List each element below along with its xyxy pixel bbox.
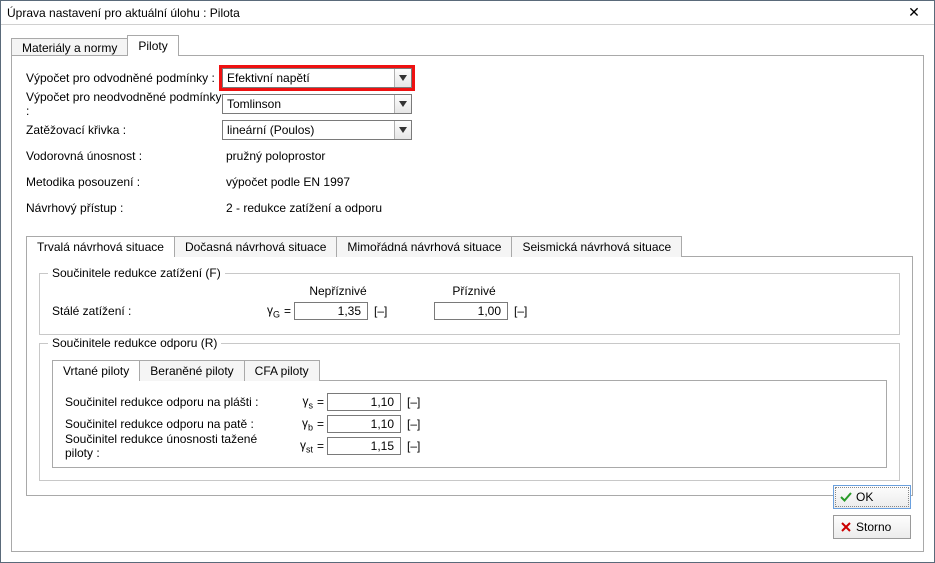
row-drained: Výpočet pro odvodněné podmínky : Efektiv… [26,66,913,90]
input-gamma-b[interactable]: 1,10 [327,415,401,433]
tab-label: Mimořádná návrhová situace [347,240,501,254]
symbol-gamma-b: γb [285,416,317,432]
symbol-gamma-st: γst [285,438,317,454]
dstab-seismic[interactable]: Seismická návrhová situace [511,236,682,257]
tab-label: Seismická návrhová situace [522,240,671,254]
input-gamma-st[interactable]: 1,15 [327,437,401,455]
combo-undrained[interactable]: Tomlinson [222,94,412,114]
titlebar: Úprava nastavení pro aktuální úlohu : Pi… [1,1,934,25]
label-gamma-b: Součinitel redukce odporu na patě : [65,417,285,431]
window-title: Úprava nastavení pro aktuální úlohu : Pi… [7,6,240,20]
value-method: výpočet podle EN 1997 [222,172,412,192]
label-horizontal: Vodorovná únosnost : [26,149,222,163]
close-icon: ✕ [908,4,920,21]
ok-button[interactable]: OK [833,485,911,509]
col-gap [382,284,430,298]
dstab-extraordinary[interactable]: Mimořádná návrhová situace [336,236,512,257]
dialog-footer: OK Storno [833,485,911,539]
label-drained: Výpočet pro odvodněné podmínky : [26,71,222,85]
row-undrained: Výpočet pro neodvodněné podmínky : Tomli… [26,92,913,116]
label-loadcurve: Zatěžovací křivka : [26,123,222,137]
ptab-driven[interactable]: Beraněné piloty [139,360,244,381]
ptab-cfa[interactable]: CFA piloty [244,360,320,381]
dstab-permanent[interactable]: Trvalá návrhová situace [26,236,175,257]
combo-value: výpočet podle EN 1997 [226,175,350,189]
row-approach: Návrhový přístup : 2 - redukce zatížení … [26,196,913,220]
design-situation-body: Součinitele redukce zatížení (F) Nepřízn… [26,256,913,496]
label-approach: Návrhový přístup : [26,201,222,215]
symbol-gamma-s: γs [285,394,317,410]
label-method: Metodika posouzení : [26,175,222,189]
group-legend: Součinitele redukce zatížení (F) [48,266,225,280]
dstab-temporary[interactable]: Dočasná návrhová situace [174,236,337,257]
unit: [–] [401,417,427,431]
symbol-gammaG: γG [252,303,284,319]
row-method: Metodika posouzení : výpočet podle EN 19… [26,170,913,194]
row-horizontal: Vodorovná únosnost : pružný poloprostor [26,144,913,168]
button-label: OK [856,490,873,504]
row-permanent-load: Stálé zatížení : γG = 1,35 [–] 1,00 [–] [52,300,887,322]
tab-piles-body: Výpočet pro odvodněné podmínky : Efektiv… [11,55,924,552]
group-legend: Součinitele redukce odporu (R) [48,336,221,350]
chevron-down-icon [394,121,411,139]
value-approach: 2 - redukce zatížení a odporu [222,198,412,218]
unit: [–] [401,439,427,453]
unit: [–] [401,395,427,409]
equals: = [284,304,294,318]
top-tabstrip: Materiály a normy Piloty [11,33,924,55]
row-loadcurve: Zatěžovací křivka : lineární (Poulos) [26,118,913,142]
input-gamma-s[interactable]: 1,10 [327,393,401,411]
tab-label: Materiály a normy [22,41,117,55]
combo-value: pružný poloprostor [226,149,325,163]
group-reduction-resistance: Součinitele redukce odporu (R) Vrtané pi… [39,343,900,481]
tab-label: Piloty [138,39,167,53]
button-label: Storno [856,520,891,534]
design-situation-tabstrip: Trvalá návrhová situace Dočasná návrhová… [26,234,913,256]
check-icon [840,491,852,503]
label-undrained: Výpočet pro neodvodněné podmínky : [26,90,222,118]
input-gammaG-favorable[interactable]: 1,00 [434,302,508,320]
combo-value: Efektivní napětí [227,71,310,85]
row-gamma-st: Součinitel redukce únosnosti tažené pilo… [65,435,874,457]
equals: = [317,395,327,409]
tab-label: Vrtané piloty [63,364,129,378]
input-gammaG-adverse[interactable]: 1,35 [294,302,368,320]
cross-icon [840,521,852,533]
value-horizontal: pružný poloprostor [222,146,412,166]
combo-value: lineární (Poulos) [227,123,314,137]
col-adverse: Nepříznivé [294,284,382,298]
equals: = [317,417,327,431]
chevron-down-icon [394,95,411,113]
combo-value: 2 - redukce zatížení a odporu [226,201,382,215]
pile-type-tabstrip: Vrtané piloty Beraněné piloty CFA piloty [52,358,887,380]
group-reduction-load: Součinitele redukce zatížení (F) Nepřízn… [39,273,900,335]
equals: = [317,439,327,453]
tab-piles[interactable]: Piloty [127,35,178,56]
unit: [–] [508,304,534,318]
coef-header: Nepříznivé Příznivé [294,284,887,298]
content-area: Materiály a normy Piloty Výpočet pro odv… [1,25,934,562]
combo-loadcurve[interactable]: lineární (Poulos) [222,120,412,140]
cancel-button[interactable]: Storno [833,515,911,539]
dialog-window: Úprava nastavení pro aktuální úlohu : Pi… [0,0,935,563]
ptab-bored[interactable]: Vrtané piloty [52,360,140,381]
pile-type-body: Součinitel redukce odporu na plášti : γs… [52,380,887,468]
label-permanent-load: Stálé zatížení : [52,304,252,318]
tab-label: Beraněné piloty [150,364,233,378]
tab-label: CFA piloty [255,364,309,378]
design-situation-tabs-wrap: Trvalá návrhová situace Dočasná návrhová… [26,234,913,496]
label-gamma-st: Součinitel redukce únosnosti tažené pilo… [65,432,285,460]
tab-label: Dočasná návrhová situace [185,240,326,254]
tab-label: Trvalá návrhová situace [37,240,164,254]
label-gamma-s: Součinitel redukce odporu na plášti : [65,395,285,409]
row-gamma-s: Součinitel redukce odporu na plášti : γs… [65,391,874,413]
combo-value: Tomlinson [227,97,281,111]
chevron-down-icon [394,69,411,87]
col-favorable: Příznivé [430,284,518,298]
combo-drained[interactable]: Efektivní napětí [222,68,412,88]
unit: [–] [368,304,394,318]
close-button[interactable]: ✕ [894,1,934,25]
